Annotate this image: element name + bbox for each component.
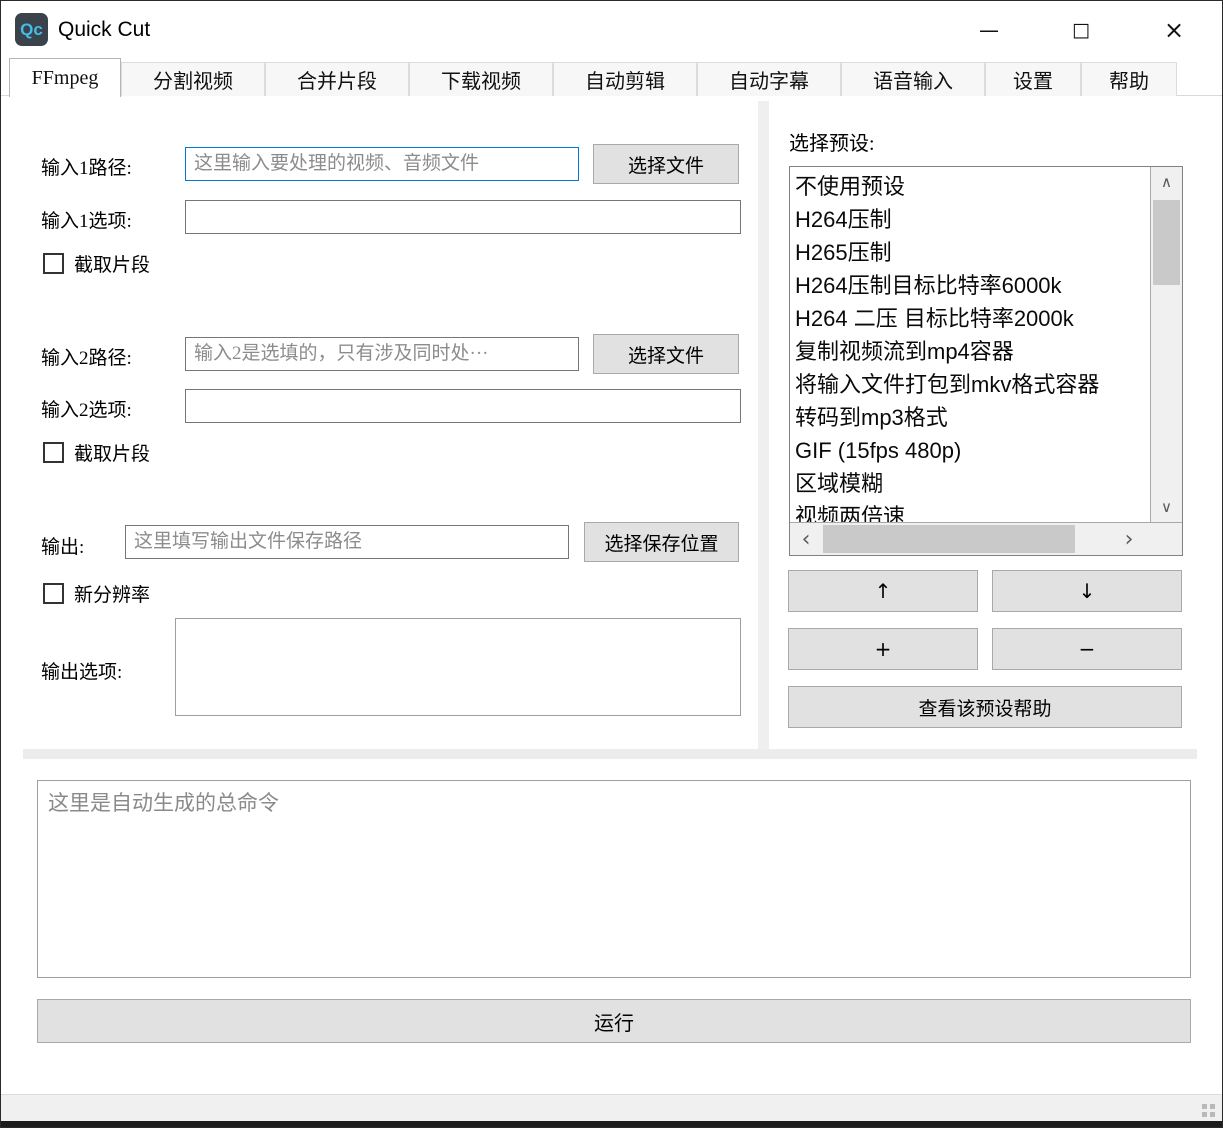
preset-item[interactable]: H264 二压 目标比特率2000k [795, 302, 1150, 335]
preset-select-label: 选择预设: [789, 127, 875, 156]
bottom-progress-bar [1, 1121, 1222, 1128]
choose-file2-button[interactable]: 选择文件 [593, 334, 739, 374]
preset-item[interactable]: H264压制 [795, 203, 1150, 236]
scroll-up-icon[interactable]: ∧ [1151, 167, 1182, 197]
preset-item[interactable]: 将输入文件打包到mkv格式容器 [795, 368, 1150, 401]
clip1-checkbox-row: 截取片段 [43, 250, 150, 277]
preset-item[interactable]: 不使用预设 [795, 170, 1150, 203]
status-bar [1, 1094, 1222, 1121]
window-title: Quick Cut [58, 1, 150, 58]
horizontal-splitter[interactable] [23, 749, 1197, 759]
preset-help-button[interactable]: 查看该预设帮助 [788, 686, 1182, 728]
scroll-right-icon[interactable]: › [1115, 523, 1143, 555]
preset-add-button[interactable]: + [788, 628, 978, 670]
input2-path-field[interactable] [185, 337, 579, 371]
input2-options-field[interactable] [185, 389, 741, 423]
maximize-icon[interactable]: □ [1058, 9, 1104, 51]
preset-item[interactable]: 视频两倍速 [795, 500, 1150, 522]
tab-settings[interactable]: 设置 [985, 62, 1081, 96]
scroll-down-icon[interactable]: ∨ [1151, 492, 1182, 522]
minimize-icon[interactable]: — [966, 9, 1012, 51]
tab-auto-subtitles[interactable]: 自动字幕 [697, 62, 841, 96]
preset-listbox: 不使用预设 H264压制 H265压制 H264压制目标比特率6000k H26… [789, 166, 1183, 556]
title-bar: Qc Quick Cut — □ × [1, 1, 1222, 58]
horizontal-scroll-thumb[interactable] [823, 525, 1075, 553]
preset-item[interactable]: 复制视频流到mp4容器 [795, 335, 1150, 368]
tab-download-video[interactable]: 下载视频 [409, 62, 553, 96]
preset-list[interactable]: 不使用预设 H264压制 H265压制 H264压制目标比特率6000k H26… [790, 167, 1150, 522]
clip2-checkbox[interactable] [43, 442, 64, 463]
preset-move-down-button[interactable]: ↓ [992, 570, 1182, 612]
preset-vertical-scrollbar[interactable]: ∧ ∨ [1150, 167, 1182, 522]
tab-voice-input[interactable]: 语音输入 [841, 62, 985, 96]
close-icon[interactable]: × [1151, 9, 1197, 51]
vertical-scroll-thumb[interactable] [1153, 200, 1180, 285]
input2-path-label: 输入2路径: [41, 343, 132, 370]
input2-options-label: 输入2选项: [41, 395, 132, 422]
app-icon: Qc [15, 13, 48, 46]
input1-options-field[interactable] [185, 200, 741, 234]
input1-path-label: 输入1路径: [41, 153, 132, 180]
tab-ffmpeg[interactable]: FFmpeg [9, 58, 121, 97]
tab-help[interactable]: 帮助 [1081, 62, 1177, 96]
output-label: 输出: [41, 532, 84, 559]
resize-grip-icon[interactable] [1202, 1104, 1216, 1118]
tab-merge-clips[interactable]: 合并片段 [265, 62, 409, 96]
preset-item[interactable]: GIF (15fps 480p) [795, 434, 1150, 467]
output-path-field[interactable] [125, 525, 569, 559]
tab-split-video[interactable]: 分割视频 [121, 62, 265, 96]
quick-cut-window: Qc Quick Cut — □ × FFmpeg 分割视频 合并片段 下载视频… [0, 0, 1223, 1128]
input1-options-label: 输入1选项: [41, 206, 132, 233]
new-resolution-label: 新分辨率 [74, 580, 150, 607]
output-options-label: 输出选项: [41, 657, 122, 684]
new-resolution-checkbox-row: 新分辨率 [43, 580, 150, 607]
choose-file1-button[interactable]: 选择文件 [593, 144, 739, 184]
clip1-checkbox[interactable] [43, 253, 64, 274]
tab-auto-edit[interactable]: 自动剪辑 [553, 62, 697, 96]
choose-save-location-button[interactable]: 选择保存位置 [584, 522, 739, 562]
clip2-checkbox-row: 截取片段 [43, 439, 150, 466]
generated-command-field[interactable] [37, 780, 1191, 978]
output-options-field[interactable] [175, 618, 741, 716]
preset-item[interactable]: 转码到mp3格式 [795, 401, 1150, 434]
new-resolution-checkbox[interactable] [43, 583, 64, 604]
clip1-label: 截取片段 [74, 250, 150, 277]
clip2-label: 截取片段 [74, 439, 150, 466]
preset-item[interactable]: H264压制目标比特率6000k [795, 269, 1150, 302]
preset-item[interactable]: 区域模糊 [795, 467, 1150, 500]
preset-move-up-button[interactable]: ↑ [788, 570, 978, 612]
preset-item[interactable]: H265压制 [795, 236, 1150, 269]
vertical-splitter[interactable] [758, 101, 769, 749]
preset-horizontal-scrollbar[interactable]: ‹ › [790, 522, 1182, 555]
scroll-left-icon[interactable]: ‹ [792, 523, 820, 555]
preset-remove-button[interactable]: − [992, 628, 1182, 670]
run-button[interactable]: 运行 [37, 999, 1191, 1043]
input1-path-field[interactable] [185, 147, 579, 181]
